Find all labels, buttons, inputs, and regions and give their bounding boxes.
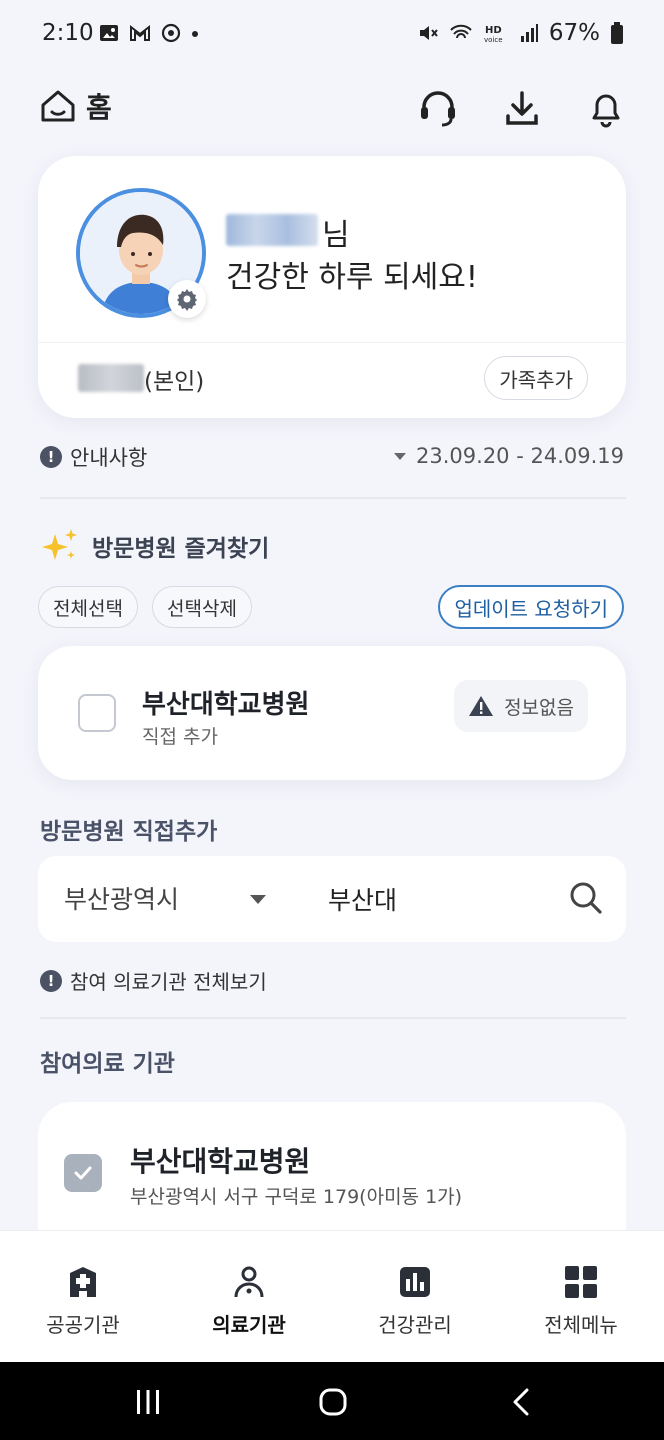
caret-down-icon xyxy=(394,452,407,460)
gear-icon xyxy=(177,289,197,311)
favorites-title: 방문병원 즐겨찾기 xyxy=(92,536,270,562)
section-divider xyxy=(40,497,626,499)
chevron-down-icon[interactable] xyxy=(250,895,266,904)
check-icon xyxy=(74,1166,92,1180)
recent-apps-icon[interactable] xyxy=(134,1388,162,1416)
favorite-hospital-card[interactable]: 부산대학교병원 직접 추가 정보없음 xyxy=(38,646,626,780)
public-institution-icon xyxy=(70,1267,96,1297)
hospital-search-bar: 부산광역시 xyxy=(38,856,626,942)
participating-hospital-address: 부산광역시 서구 구덕로 179(아미동 1가) xyxy=(130,1186,463,1208)
delete-selected-button[interactable]: 선택삭제 xyxy=(152,586,252,628)
notification-icons xyxy=(98,22,200,44)
mute-icon xyxy=(419,26,438,40)
hd-voice-icon: HDvoice xyxy=(484,25,503,44)
status-time: 2:10 xyxy=(42,20,94,46)
self-label: (본인) xyxy=(144,369,205,395)
favorites-header: 방문병원 즐겨찾기 xyxy=(40,526,269,566)
download-button[interactable] xyxy=(500,86,544,130)
image-icon xyxy=(100,25,118,41)
svg-text:voice: voice xyxy=(484,36,503,44)
sparkle-icon xyxy=(42,529,77,560)
search-button[interactable] xyxy=(568,880,604,920)
info-icon: ! xyxy=(40,969,62,992)
home-system-icon[interactable] xyxy=(318,1387,348,1417)
hospital-search-input[interactable] xyxy=(328,876,548,922)
system-navigation-bar xyxy=(0,1362,664,1440)
back-icon[interactable] xyxy=(508,1387,534,1417)
health-chart-icon xyxy=(400,1267,430,1297)
signal-icon xyxy=(520,24,538,42)
nav-label: 전체메뉴 xyxy=(544,1313,618,1337)
gmail-icon xyxy=(130,24,150,41)
add-family-button[interactable]: 가족추가 xyxy=(484,356,588,400)
no-info-text: 정보없음 xyxy=(504,696,574,719)
greeting-message: 건강한 하루 되세요! xyxy=(226,260,478,295)
notice-link[interactable]: ! 안내사항 xyxy=(40,442,147,472)
nav-medical-institutions[interactable]: 의료기관 xyxy=(179,1265,319,1338)
notice-label: 안내사항 xyxy=(70,446,148,470)
direct-add-title: 방문병원 직접추가 xyxy=(40,819,218,845)
user-name-redacted xyxy=(226,214,318,246)
nav-label: 의료기관 xyxy=(212,1313,286,1337)
home-icon xyxy=(41,90,75,122)
no-info-badge: 정보없음 xyxy=(454,680,588,732)
view-all-institutions-link[interactable]: ! 참여 의료기관 전체보기 xyxy=(40,966,267,995)
battery-percent: 67% xyxy=(548,20,600,46)
nav-label: 건강관리 xyxy=(378,1313,452,1337)
app-header: 홈 xyxy=(0,72,664,144)
card-divider xyxy=(38,342,626,343)
nav-health-management[interactable]: 건강관리 xyxy=(345,1265,485,1338)
region-select[interactable]: 부산광역시 xyxy=(64,880,179,916)
select-all-button[interactable]: 전체선택 xyxy=(38,586,138,628)
svg-text:HD: HD xyxy=(485,25,502,36)
warning-icon xyxy=(469,696,494,716)
headset-icon xyxy=(421,91,455,127)
bell-icon xyxy=(592,94,620,128)
self-name-redacted xyxy=(78,364,144,392)
search-icon xyxy=(570,882,602,914)
view-all-label: 참여 의료기관 전체보기 xyxy=(70,970,267,994)
grid-menu-icon xyxy=(565,1266,597,1298)
date-range-text: 23.09.20 - 24.09.19 xyxy=(416,444,624,468)
participating-hospital-name: 부산대학교병원 xyxy=(130,1145,311,1178)
medical-institution-icon xyxy=(234,1266,264,1298)
battery-icon xyxy=(611,22,623,44)
system-status: HD voice 67% xyxy=(417,20,624,46)
profile-card: 님 건강한 하루 되세요! (본인) 가족추가 xyxy=(38,156,626,418)
status-bar: 2:10 HD voice 67% xyxy=(0,0,664,72)
nav-all-menu[interactable]: 전체메뉴 xyxy=(511,1265,651,1338)
home-label: 홈 xyxy=(86,91,112,124)
dot-icon xyxy=(192,31,198,37)
info-icon: ! xyxy=(40,446,62,468)
nav-public-institutions[interactable]: 공공기관 xyxy=(13,1265,153,1338)
favorite-checkbox[interactable] xyxy=(78,694,116,732)
name-suffix: 님 xyxy=(322,218,350,253)
customer-support-button[interactable] xyxy=(416,86,460,130)
home-button[interactable]: 홈 xyxy=(38,86,112,126)
participating-checkbox[interactable] xyxy=(64,1154,102,1192)
section-divider xyxy=(40,1017,626,1019)
participating-title: 참여의료 기관 xyxy=(40,1051,175,1077)
download-icon xyxy=(506,91,538,125)
favorite-hospital-source: 직접 추가 xyxy=(142,726,218,748)
date-range-selector[interactable]: 23.09.20 - 24.09.19 xyxy=(394,444,624,468)
favorite-hospital-name: 부산대학교병원 xyxy=(142,690,310,720)
notifications-button[interactable] xyxy=(584,86,628,130)
request-update-button[interactable]: 업데이트 요청하기 xyxy=(438,585,624,629)
sync-icon xyxy=(161,23,181,43)
profile-settings-button[interactable] xyxy=(168,280,206,318)
bottom-navigation: 공공기관 의료기관 건강관리 전체메뉴 xyxy=(0,1230,664,1362)
nav-label: 공공기관 xyxy=(46,1313,120,1337)
wifi-icon xyxy=(450,24,472,39)
